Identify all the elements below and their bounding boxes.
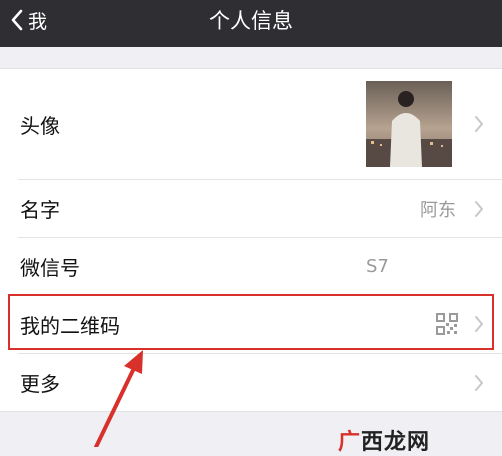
watermark-first-char: 广 — [338, 430, 362, 455]
watermark: 广西龙网 — [338, 424, 430, 456]
annotation-arrow — [94, 350, 143, 447]
watermark-rest: 西龙网 — [361, 430, 431, 455]
